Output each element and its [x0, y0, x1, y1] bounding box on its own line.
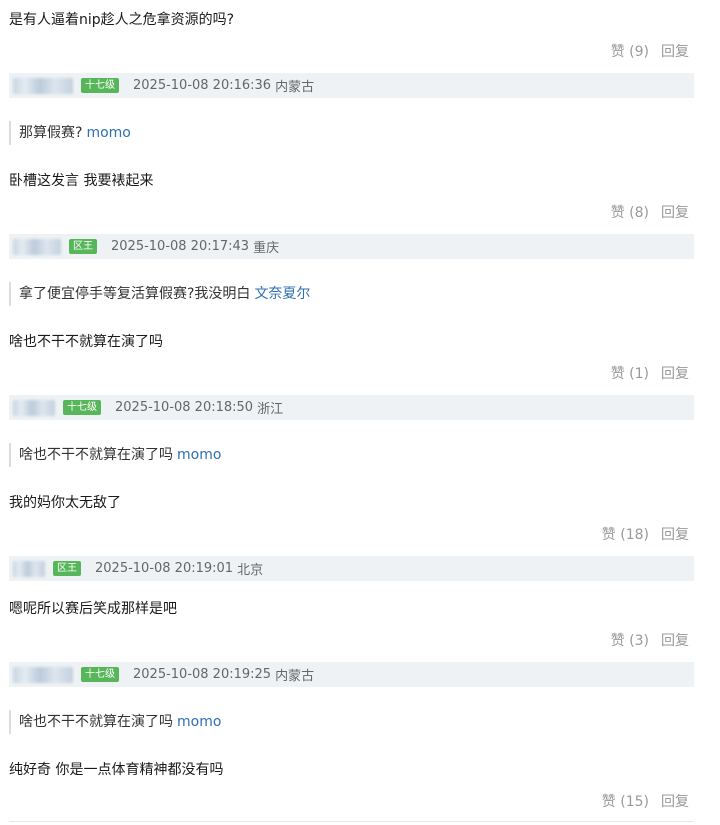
comment-text: 纯好奇 你是一点体育精神都没有吗 — [9, 762, 224, 778]
location: 重庆 — [253, 241, 280, 256]
reply-button[interactable]: 回复 — [661, 633, 689, 649]
quote-username[interactable]: momo — [177, 714, 221, 730]
timestamp: 2025-10-08 20:19:01 — [95, 561, 234, 576]
comment-actions: 赞 (1) 回复 — [611, 364, 689, 384]
quote-block: 啥也不干不就算在演了吗 momo — [9, 443, 221, 467]
comment-meta-bar: 区王 2025-10-08 20:19:01 北京 — [9, 556, 694, 581]
level-badge: 十七级 — [81, 78, 119, 93]
quote-username[interactable]: 文奈夏尔 — [254, 286, 310, 302]
comment-thread: 是有人逼着nip趁人之危拿资源的吗? 赞 (9) 回复 十七级 2025-10-0… — [0, 0, 720, 825]
quote-username[interactable]: momo — [86, 125, 130, 141]
comment-text: 嗯呢所以赛后笑成那样是吧 — [9, 601, 177, 617]
quote-text: 啥也不干不就算在演了吗 — [19, 714, 173, 730]
reply-button[interactable]: 回复 — [661, 366, 689, 382]
location: 内蒙古 — [275, 669, 315, 684]
location: 内蒙古 — [275, 80, 315, 95]
reply-button[interactable]: 回复 — [661, 44, 689, 60]
like-button[interactable]: 赞 (9) — [611, 44, 649, 60]
comment-actions: 赞 (15) 回复 — [602, 792, 689, 812]
comment-meta-bar: 十七级 2025-10-08 20:18:50 浙江 — [9, 395, 694, 420]
like-button[interactable]: 赞 (1) — [611, 366, 649, 382]
comment-text: 啥也不干不就算在演了吗 — [9, 334, 163, 350]
comment-meta-bar: 十七级 2025-10-08 20:19:25 内蒙古 — [9, 662, 694, 687]
divider — [9, 821, 694, 822]
timestamp: 2025-10-08 20:16:36 — [133, 78, 272, 93]
level-badge: 区王 — [69, 239, 97, 254]
comment-actions: 赞 (9) 回复 — [611, 42, 689, 62]
like-button[interactable]: 赞 (8) — [611, 205, 649, 221]
avatar[interactable] — [13, 238, 61, 255]
quote-text: 拿了便宜停手等复活算假赛?我没明白 — [19, 286, 251, 302]
level-badge: 区王 — [53, 561, 81, 576]
avatar[interactable] — [13, 560, 45, 577]
avatar[interactable] — [13, 399, 55, 416]
level-badge: 十七级 — [81, 667, 119, 682]
quote-block: 拿了便宜停手等复活算假赛?我没明白 文奈夏尔 — [9, 282, 310, 306]
comment-text: 是有人逼着nip趁人之危拿资源的吗? — [9, 12, 235, 28]
level-badge: 十七级 — [63, 400, 101, 415]
comment-text: 卧槽这发言 我要裱起来 — [9, 173, 154, 189]
comment-meta-bar: 十七级 2025-10-08 20:16:36 内蒙古 — [9, 73, 694, 98]
avatar[interactable] — [13, 666, 73, 683]
location: 浙江 — [257, 402, 284, 417]
quote-text: 啥也不干不就算在演了吗 — [19, 447, 173, 463]
like-button[interactable]: 赞 (18) — [602, 527, 649, 543]
reply-button[interactable]: 回复 — [661, 205, 689, 221]
location: 北京 — [237, 563, 264, 578]
quote-text: 那算假赛? — [19, 125, 83, 141]
reply-button[interactable]: 回复 — [661, 794, 689, 810]
timestamp: 2025-10-08 20:17:43 — [111, 239, 250, 254]
like-button[interactable]: 赞 (3) — [611, 633, 649, 649]
quote-block: 啥也不干不就算在演了吗 momo — [9, 710, 221, 734]
comment-text: 我的妈你太无敌了 — [9, 495, 121, 511]
timestamp: 2025-10-08 20:19:25 — [133, 667, 272, 682]
like-button[interactable]: 赞 (15) — [602, 794, 649, 810]
avatar[interactable] — [13, 77, 73, 94]
timestamp: 2025-10-08 20:18:50 — [115, 400, 254, 415]
comment-meta-bar: 区王 2025-10-08 20:17:43 重庆 — [9, 234, 694, 259]
comment-actions: 赞 (8) 回复 — [611, 203, 689, 223]
comment-actions: 赞 (3) 回复 — [611, 631, 689, 651]
reply-button[interactable]: 回复 — [661, 527, 689, 543]
quote-username[interactable]: momo — [177, 447, 221, 463]
comment-actions: 赞 (18) 回复 — [602, 525, 689, 545]
quote-block: 那算假赛? momo — [9, 121, 131, 145]
